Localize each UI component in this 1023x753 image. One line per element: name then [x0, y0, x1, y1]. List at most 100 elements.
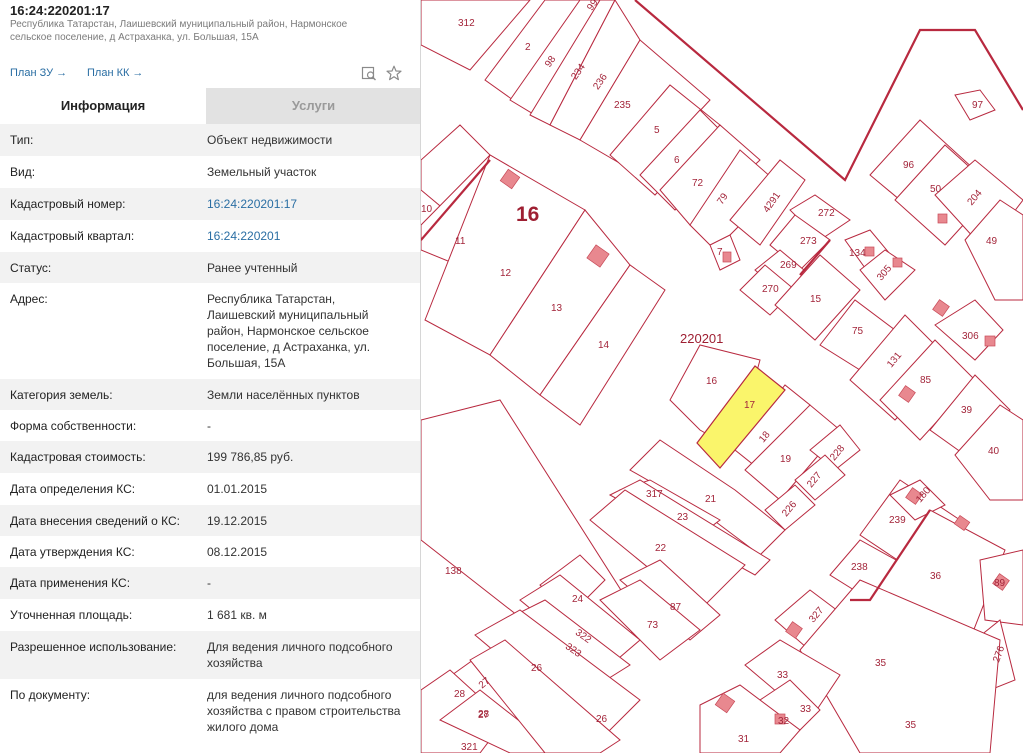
parcel-label: 50 [930, 184, 942, 195]
parcel-label: 23 [677, 512, 689, 523]
parcel-label: 239 [889, 515, 906, 526]
parcel-label: 32 [778, 716, 790, 727]
row-key: Статус: [10, 261, 52, 275]
parcel-label: 2 [525, 42, 531, 53]
parcel-label: 28 [478, 709, 490, 720]
row-value: - [207, 576, 211, 590]
parcel-label: 72 [692, 178, 704, 189]
row-value: 08.12.2015 [207, 545, 268, 559]
parcel-label: 35 [905, 720, 917, 731]
parcel-label: 235 [614, 100, 631, 111]
parcel-label: 16 [706, 376, 718, 387]
parcel-label: 96 [903, 160, 915, 171]
plan-kk-link[interactable]: План КК → [87, 67, 143, 79]
panel-tabs: Информация Услуги [0, 88, 420, 124]
row-value: - [207, 419, 211, 433]
info-row-permitted-use: Разрешенное использование: Для ведения л… [0, 631, 420, 679]
cadastral-map-canvas[interactable]: 312 2 98 234 236 99 235 5 6 72 79 4291 7… [421, 0, 1023, 753]
parcel-label: 10 [421, 204, 433, 215]
row-value: Республика Татарстан, Лаишевский муницип… [207, 292, 371, 370]
row-value: Для ведения личного подсобного хозяйства [207, 640, 393, 670]
parcel-label: 49 [986, 236, 998, 247]
info-row-status: Статус: Ранее учтенный [0, 252, 420, 283]
object-address-subtitle: Республика Татарстан, Лаишевский муницип… [10, 19, 348, 43]
parcel-label: 97 [972, 100, 984, 111]
info-panel: 16:24:220201:17 Республика Татарстан, Ла… [0, 0, 421, 753]
row-key: Дата утверждения КС: [10, 545, 135, 559]
selected-parcel-label: 17 [744, 400, 756, 411]
parcel-label: 13 [551, 303, 563, 314]
parcel-label: 306 [962, 331, 979, 342]
info-row-cadastral-quarter: Кадастровый квартал: 16:24:220201 [0, 220, 420, 252]
quarter-label: 220201 [680, 331, 723, 346]
cadastral-number-link[interactable]: 16:24:220201:17 [207, 196, 407, 212]
row-key: Адрес: [10, 292, 48, 306]
parcel-label: 28 [454, 689, 466, 700]
row-key: Разрешенное использование: [10, 640, 177, 654]
parcel-label: 273 [800, 236, 817, 247]
cadastral-map[interactable]: 312 2 98 234 236 99 235 5 6 72 79 4291 7… [421, 0, 1023, 753]
cadastral-quarter-link[interactable]: 16:24:220201 [207, 228, 407, 244]
parcel-polygons [421, 0, 1023, 753]
map-search-icon[interactable] [361, 65, 377, 81]
parcel-label: 31 [738, 734, 750, 745]
parcel-label: 24 [572, 594, 584, 605]
row-value: Объект недвижимости [207, 133, 333, 147]
parcel-label: 87 [670, 602, 682, 613]
plan-zu-link[interactable]: План ЗУ → [10, 67, 67, 79]
parcel-label: 73 [647, 620, 659, 631]
row-value: 01.01.2015 [207, 482, 268, 496]
row-key: Кадастровый номер: [10, 197, 126, 211]
tab-services[interactable]: Услуги [206, 88, 420, 124]
star-icon[interactable] [386, 65, 402, 81]
info-row-cost-entry-date: Дата внесения сведений о КС: 19.12.2015 [0, 505, 420, 536]
parcel-label: 19 [780, 454, 792, 465]
parcel-label: 35 [875, 658, 887, 669]
parcel-label: 22 [655, 543, 667, 554]
tab-information[interactable]: Информация [0, 88, 206, 124]
row-value: для ведения личного подсобного хозяйства… [207, 688, 401, 734]
row-value: Земельный участок [207, 165, 317, 179]
row-key: Уточненная площадь: [10, 608, 133, 622]
plan-kk-label: План КК [87, 67, 130, 79]
info-row-cost-approval-date: Дата утверждения КС: 08.12.2015 [0, 536, 420, 567]
parcel-label: 75 [852, 326, 864, 337]
parcel-label: 272 [818, 208, 835, 219]
info-row-address: Адрес: Республика Татарстан, Лаишевский … [0, 283, 420, 379]
info-row-cost-date: Дата определения КС: 01.01.2015 [0, 473, 420, 505]
parcel-label: 26 [596, 714, 608, 725]
parcel-label: 238 [851, 562, 868, 573]
parcel-label: 11 [455, 236, 466, 247]
parcel-label: 14 [598, 340, 610, 351]
info-row-cost-application-date: Дата применения КС: - [0, 567, 420, 599]
parcel-label: 89 [994, 578, 1006, 589]
parcel-label: 15 [810, 294, 822, 305]
row-value: Ранее учтенный [207, 261, 298, 275]
row-value: 199 786,85 руб. [207, 450, 294, 464]
parcel-label: 12 [500, 268, 512, 279]
row-value: Земли населённых пунктов [207, 388, 360, 402]
parcel-label: 33 [777, 670, 789, 681]
info-row-area: Уточненная площадь: 1 681 кв. м [0, 599, 420, 631]
cadastral-number-title: 16:24:220201:17 [10, 3, 110, 18]
row-key: По документу: [10, 688, 91, 702]
info-row-cadastral-number: Кадастровый номер: 16:24:220201:17 [0, 188, 420, 220]
row-value: 19.12.2015 [207, 514, 268, 528]
row-key: Кадастровый квартал: [10, 229, 135, 243]
parcel-label: 33 [800, 704, 812, 715]
parcel-label: 5 [654, 125, 660, 136]
parcel-label: 6 [674, 155, 680, 166]
row-key: Дата внесения сведений о КС: [10, 514, 180, 528]
parcel-label: 40 [988, 446, 1000, 457]
parcel-label: 138 [445, 566, 462, 577]
parcel-label: 36 [930, 571, 942, 582]
info-row-type: Тип: Объект недвижимости [0, 124, 420, 156]
info-row-ownership: Форма собственности: - [0, 410, 420, 441]
parcel-label: 312 [458, 18, 475, 29]
row-value: 1 681 кв. м [207, 608, 267, 622]
arrow-right-icon: → [56, 67, 68, 79]
info-row-cadastral-cost: Кадастровая стоимость: 199 786,85 руб. [0, 441, 420, 473]
row-key: Кадастровая стоимость: [10, 450, 146, 464]
parcel-label: 85 [920, 375, 932, 386]
row-key: Дата применения КС: [10, 576, 131, 590]
